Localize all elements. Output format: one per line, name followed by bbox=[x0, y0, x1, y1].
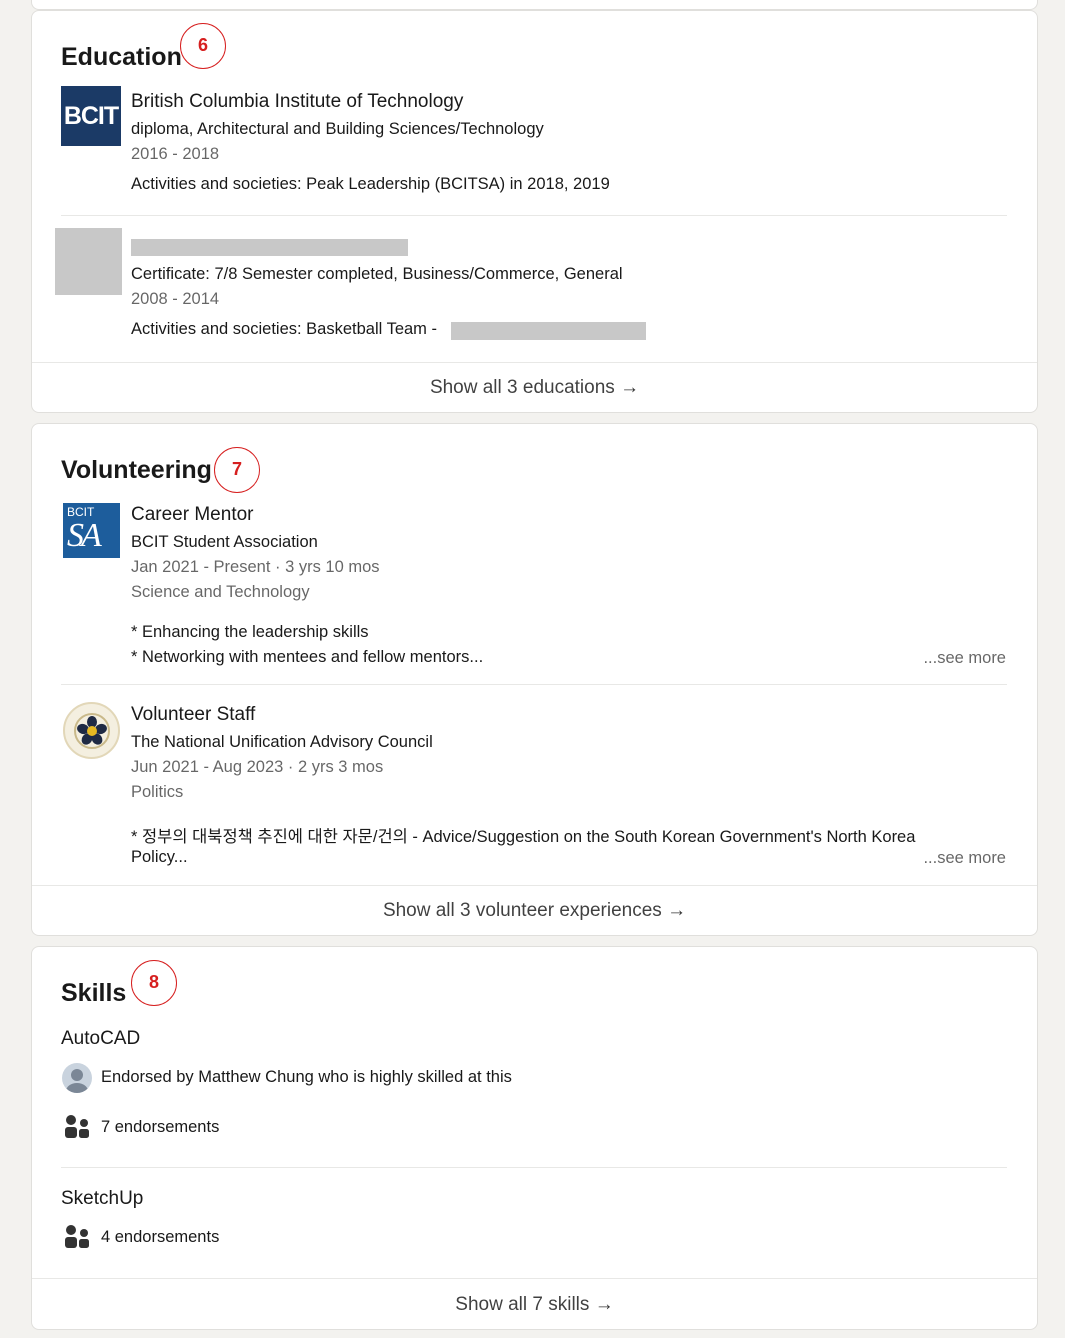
cause: Politics bbox=[131, 783, 184, 801]
section-title: Skills bbox=[61, 979, 127, 1007]
role-title[interactable]: Volunteer Staff bbox=[131, 704, 255, 726]
show-all-label: Show all 7 skills bbox=[455, 1294, 590, 1315]
section-title: Volunteering bbox=[61, 456, 212, 484]
avatar[interactable] bbox=[62, 1063, 92, 1093]
person-icon bbox=[66, 1069, 88, 1093]
endorsement-count[interactable]: 4 endorsements bbox=[101, 1228, 219, 1247]
see-more-link[interactable]: ...see more bbox=[923, 849, 1006, 868]
arrow-right-icon: → bbox=[620, 377, 640, 398]
dates: Jan 2021 - Present · 3 yrs 10 mos bbox=[131, 558, 380, 576]
role-title[interactable]: Career Mentor bbox=[131, 504, 254, 526]
show-all-label: Show all 3 educations bbox=[429, 377, 615, 398]
section-title: Education bbox=[61, 43, 182, 71]
volunteering-section: Volunteering 7 BCIT SA Career Mentor BCI… bbox=[31, 423, 1038, 936]
education-section: Education 6 BCIT British Columbia Instit… bbox=[31, 10, 1038, 413]
skill-name[interactable]: AutoCAD bbox=[61, 1028, 140, 1050]
redacted-school-name bbox=[131, 239, 408, 256]
previous-card-bottom bbox=[31, 0, 1038, 10]
description-line: * 정부의 대북정책 추진에 대한 자문/건의 - Advice/Suggest… bbox=[131, 828, 916, 846]
emblem-icon bbox=[73, 712, 110, 749]
show-all-educations-button[interactable]: Show all 3 educations → bbox=[32, 363, 1037, 412]
annotation-badge: 8 bbox=[131, 960, 177, 1006]
annotation-badge: 7 bbox=[214, 447, 260, 493]
degree: diploma, Architectural and Building Scie… bbox=[131, 120, 544, 138]
annotation-badge: 6 bbox=[180, 23, 226, 69]
dates: 2016 - 2018 bbox=[131, 145, 220, 163]
people-icon bbox=[65, 1225, 89, 1248]
redacted-text bbox=[451, 322, 646, 340]
dates: 2008 - 2014 bbox=[131, 290, 220, 308]
divider bbox=[61, 215, 1007, 216]
bcit-logo[interactable]: BCIT bbox=[61, 86, 121, 146]
redacted-logo bbox=[55, 228, 122, 295]
arrow-right-icon: → bbox=[667, 900, 687, 921]
logo-text: SA bbox=[67, 517, 102, 554]
description-line: Policy... bbox=[131, 848, 188, 866]
activities: Activities and societies: Basketball Tea… bbox=[131, 320, 437, 338]
show-all-skills-button[interactable]: Show all 7 skills → bbox=[32, 1279, 1037, 1329]
description-line: * Enhancing the leadership skills bbox=[131, 623, 369, 641]
show-all-volunteer-button[interactable]: Show all 3 volunteer experiences → bbox=[32, 886, 1037, 935]
degree: Certificate: 7/8 Semester completed, Bus… bbox=[131, 265, 623, 283]
people-icon bbox=[65, 1115, 89, 1138]
nuac-logo[interactable] bbox=[63, 702, 120, 759]
school-name[interactable]: British Columbia Institute of Technology bbox=[131, 91, 463, 113]
endorsed-by: Endorsed by Matthew Chung who is highly … bbox=[101, 1068, 512, 1086]
divider bbox=[61, 684, 1007, 685]
divider bbox=[61, 1167, 1007, 1168]
cause: Science and Technology bbox=[131, 583, 310, 601]
activities: Activities and societies: Peak Leadershi… bbox=[131, 175, 610, 193]
dates: Jun 2021 - Aug 2023 · 2 yrs 3 mos bbox=[131, 758, 384, 776]
show-all-label: Show all 3 volunteer experiences bbox=[382, 900, 662, 921]
description-line: * Networking with mentees and fellow men… bbox=[131, 648, 484, 666]
endorsement-count[interactable]: 7 endorsements bbox=[101, 1118, 219, 1137]
organization: BCIT Student Association bbox=[131, 533, 318, 551]
skills-section: Skills 8 AutoCAD Endorsed by Matthew Chu… bbox=[31, 946, 1038, 1330]
bcitsa-logo[interactable]: BCIT SA bbox=[63, 503, 120, 558]
see-more-link[interactable]: ...see more bbox=[923, 649, 1006, 668]
skill-name[interactable]: SketchUp bbox=[61, 1188, 143, 1210]
arrow-right-icon: → bbox=[594, 1294, 614, 1315]
organization: The National Unification Advisory Counci… bbox=[131, 733, 433, 751]
